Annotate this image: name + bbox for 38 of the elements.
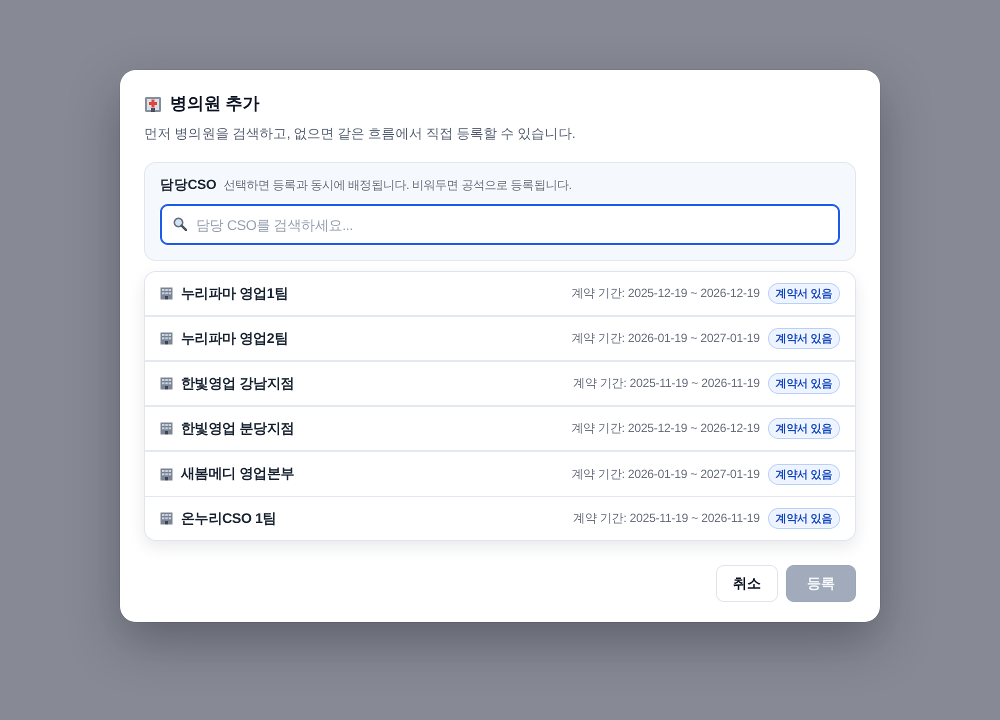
cso-name: 한빛영업 분당지점 [181, 420, 294, 438]
cso-name: 누리파마 영업2팀 [181, 330, 288, 348]
contract-badge: 계약서 있음 [768, 418, 840, 439]
cso-list-item[interactable]: 한빛영업 강남지점 계약 기간: 2025-11-19 ~ 2026-11-19 계약서 있음 [145, 362, 855, 407]
contract-period: 계약 기간: 2026-01-19 ~ 2027-01-19 [571, 466, 760, 482]
contract-badge: 계약서 있음 [768, 283, 840, 304]
search-icon [173, 217, 187, 231]
cancel-button[interactable]: 취소 [716, 565, 778, 602]
contract-badge: 계약서 있음 [768, 508, 840, 529]
contract-period: 계약 기간: 2025-12-19 ~ 2026-12-19 [571, 285, 760, 302]
contract-badge: 계약서 있음 [768, 373, 840, 394]
cso-name: 온누리CSO 1팀 [181, 510, 276, 528]
contract-period: 계약 기간: 2026-01-19 ~ 2027-01-19 [571, 330, 760, 347]
cso-name: 한빛영업 강남지점 [181, 374, 294, 392]
contract-period: 계약 기간: 2025-11-19 ~ 2026-11-19 [573, 375, 760, 392]
cso-label: 담당CSO [160, 176, 216, 194]
cso-list-item[interactable]: 한빛영업 분당지점 계약 기간: 2025-12-19 ~ 2026-12-19 계약서 있음 [145, 407, 855, 452]
cso-list-item[interactable]: 새봄메디 영업본부 계약 기간: 2026-01-19 ~ 2027-01-19 계약서 있음 [145, 452, 855, 497]
contract-period: 계약 기간: 2025-12-19 ~ 2026-12-19 [571, 420, 760, 437]
office-building-icon [160, 422, 173, 435]
contract-period: 계약 기간: 2025-11-19 ~ 2026-11-19 [573, 510, 760, 527]
contract-badge: 계약서 있음 [768, 464, 840, 484]
cso-name: 새봄메디 영업본부 [181, 465, 294, 483]
cso-name: 누리파마 영업1팀 [181, 284, 288, 302]
search-field[interactable]: 담당 CSO를 검색하세요... [160, 204, 840, 245]
office-building-icon [160, 377, 173, 390]
hospital-icon [144, 95, 162, 113]
office-building-icon [160, 468, 173, 480]
office-building-icon [160, 512, 173, 525]
cso-list-item[interactable]: 온누리CSO 1팀 계약 기간: 2025-11-19 ~ 2026-11-19 계약서 있음 [145, 497, 855, 540]
cso-hint: 선택하면 등록과 동시에 배정됩니다. 비워두면 공석으로 등록됩니다. [223, 177, 572, 194]
dialog-title: 병의원 추가 [170, 93, 260, 115]
office-building-icon [160, 332, 173, 345]
cso-list-item[interactable]: 누리파마 영업1팀 계약 기간: 2025-12-19 ~ 2026-12-19 계약서 있음 [145, 272, 855, 317]
contract-badge: 계약서 있음 [768, 328, 840, 349]
office-building-icon [160, 287, 173, 300]
dialog-subtitle: 먼저 병의원을 검색하고, 없으면 같은 흐름에서 직접 등록할 수 있습니다. [144, 125, 576, 143]
cso-list-item[interactable]: 누리파마 영업2팀 계약 기간: 2026-01-19 ~ 2027-01-19 계약서 있음 [145, 317, 855, 362]
